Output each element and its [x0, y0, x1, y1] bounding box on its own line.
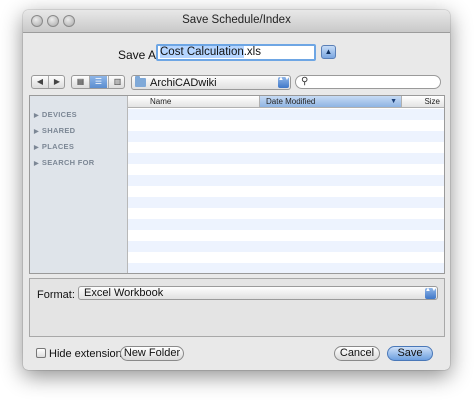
list-row — [128, 142, 444, 153]
sidebar-section-places[interactable]: ▶ PLACES — [34, 142, 74, 151]
location-popup[interactable]: ArchiCADwiki ▲▼ — [131, 75, 291, 90]
format-select[interactable]: Excel Workbook ▲▼ — [78, 286, 438, 300]
filename-selected-text: Cost Calculation — [160, 46, 244, 58]
search-input[interactable]: ⚲ — [295, 75, 441, 89]
title-bar: Save Schedule/Index — [23, 10, 450, 33]
icon-view-icon: ▦ — [76, 77, 85, 86]
list-row — [128, 241, 444, 252]
folder-icon — [135, 76, 146, 87]
list-row — [128, 219, 444, 230]
format-label: Format: — [37, 289, 75, 301]
sidebar-section-devices[interactable]: ▶ DEVICES — [34, 110, 77, 119]
disclosure-triangle-icon[interactable]: ▶ — [34, 129, 39, 135]
list-row — [128, 131, 444, 142]
list-row — [128, 263, 444, 273]
filename-extension: .xls — [243, 46, 261, 58]
save-button[interactable]: Save — [387, 346, 433, 361]
forward-button[interactable]: ▶ — [49, 76, 65, 88]
sidebar-section-shared[interactable]: ▶ SHARED — [34, 126, 75, 135]
view-mode-control: ▦ ☰ ▥ — [71, 75, 125, 89]
list-row — [128, 164, 444, 175]
file-list: Name Date Modified ▼ Size — [128, 96, 444, 273]
list-row — [128, 230, 444, 241]
disclosure-triangle-icon[interactable]: ▶ — [34, 145, 39, 151]
location-label: ArchiCADwiki — [150, 77, 217, 89]
hide-extension-label[interactable]: Hide extension — [49, 348, 122, 360]
collapse-dialog-button[interactable]: ▲ — [321, 45, 336, 59]
list-row — [128, 197, 444, 208]
save-as-input[interactable]: Cost Calculation.xls — [156, 44, 316, 61]
list-row — [128, 252, 444, 263]
back-forward-control: ◀ ▶ — [31, 75, 65, 89]
hide-extension-checkbox[interactable] — [36, 348, 46, 358]
list-row — [128, 186, 444, 197]
sidebar-section-search-for[interactable]: ▶ SEARCH FOR — [34, 158, 95, 167]
new-folder-button[interactable]: New Folder — [120, 346, 184, 361]
forward-arrow-icon: ▶ — [53, 77, 61, 86]
search-icon: ⚲ — [301, 76, 309, 87]
column-header-size[interactable]: Size — [402, 96, 444, 108]
popup-arrows-icon: ▲▼ — [278, 76, 290, 88]
sidebar: ▶ DEVICES ▶ SHARED ▶ PLACES ▶ SEARCH FOR — [30, 96, 128, 273]
list-row — [128, 109, 444, 120]
disclosure-triangle-icon[interactable]: ▶ — [34, 113, 39, 119]
format-panel: Format: Excel Workbook ▲▼ — [29, 278, 445, 337]
list-row — [128, 175, 444, 186]
list-view-button[interactable]: ☰ — [90, 76, 107, 88]
save-dialog: Save Schedule/Index Save As: Cost Calcul… — [23, 10, 450, 370]
window-title: Save Schedule/Index — [182, 14, 291, 26]
column-header-date-modified[interactable]: Date Modified ▼ — [260, 96, 402, 108]
sort-descending-icon: ▼ — [390, 98, 397, 105]
disclosure-triangle-icon[interactable]: ▶ — [34, 161, 39, 167]
format-value: Excel Workbook — [84, 287, 164, 299]
column-header-name[interactable]: Name — [128, 96, 260, 108]
back-button[interactable]: ◀ — [32, 76, 49, 88]
column-view-button[interactable]: ▥ — [108, 76, 126, 88]
cancel-button[interactable]: Cancel — [334, 346, 380, 361]
file-browser: ▶ DEVICES ▶ SHARED ▶ PLACES ▶ SEARCH FOR Nam… — [29, 95, 445, 274]
list-row — [128, 120, 444, 131]
popup-arrows-icon: ▲▼ — [425, 287, 437, 299]
list-row — [128, 153, 444, 164]
list-view-icon: ☰ — [94, 77, 103, 86]
list-row — [128, 208, 444, 219]
column-view-icon: ▥ — [113, 77, 122, 86]
back-arrow-icon: ◀ — [36, 77, 44, 86]
icon-view-button[interactable]: ▦ — [72, 76, 90, 88]
triangle-up-icon: ▲ — [324, 47, 333, 56]
